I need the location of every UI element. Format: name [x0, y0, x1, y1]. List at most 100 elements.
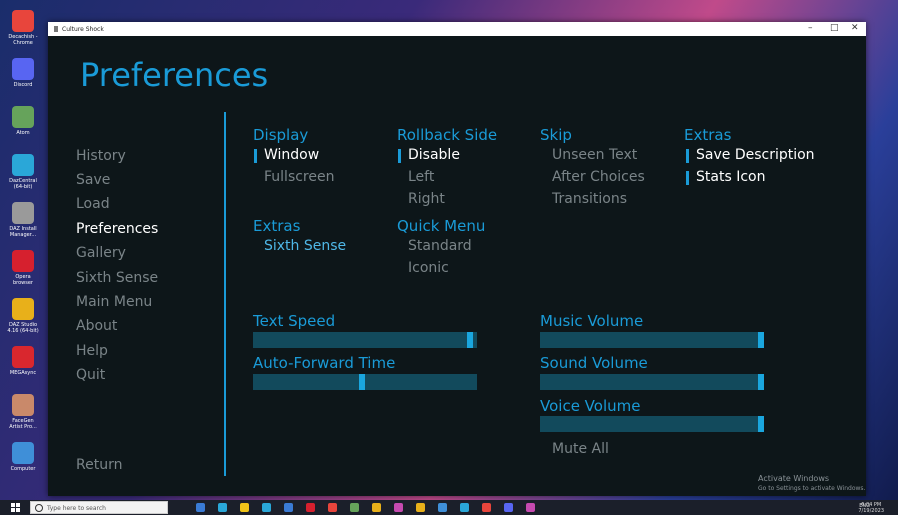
- page-title: Preferences: [80, 56, 269, 94]
- desktop-icon-label: DAZ Studio 4.16 (64-bit): [7, 322, 39, 334]
- taskbar-app-icon[interactable]: [482, 503, 491, 512]
- app-shortcut-icon: [12, 106, 34, 128]
- clock-date: 7/19/2023: [858, 508, 884, 514]
- rollback-disable-option[interactable]: Disable: [398, 147, 460, 163]
- search-placeholder: Type here to search: [47, 505, 106, 512]
- desktop-icon[interactable]: Decachish - Chrome: [6, 10, 40, 46]
- taskbar-app-icon[interactable]: [394, 503, 403, 512]
- taskbar-app-icon[interactable]: [504, 503, 513, 512]
- nav-return[interactable]: Return: [76, 457, 122, 473]
- rollback-header: Rollback Side: [397, 126, 498, 144]
- nav-about[interactable]: About: [76, 318, 117, 334]
- skip-unseen-option[interactable]: Unseen Text: [552, 147, 637, 163]
- voice-volume-label: Voice Volume: [540, 397, 641, 415]
- desktop-icon[interactable]: Atom: [6, 106, 40, 136]
- desktop-icon-label: Opera browser: [12, 274, 33, 286]
- taskbar-app-icon[interactable]: [350, 503, 359, 512]
- display-window-option[interactable]: Window: [253, 147, 319, 163]
- app-shortcut-icon: [12, 10, 34, 32]
- nav-main-menu[interactable]: Main Menu: [76, 294, 152, 310]
- taskbar-app-icon[interactable]: [460, 503, 469, 512]
- taskbar-app-icon[interactable]: [438, 503, 447, 512]
- window-titlebar[interactable]: Culture Shock – □ ✕: [48, 22, 866, 36]
- taskbar-app-icon[interactable]: [328, 503, 337, 512]
- slider-thumb[interactable]: [758, 416, 764, 432]
- taskbar-clock[interactable]: 6:04 PM 7/19/2023: [858, 502, 884, 514]
- desktop-icon-label: Discord: [13, 82, 33, 88]
- nav-quit[interactable]: Quit: [76, 367, 105, 383]
- desktop-icon[interactable]: Discord: [6, 58, 40, 88]
- slider-thumb[interactable]: [359, 374, 365, 390]
- desktop-icon[interactable]: DAZ Studio 4.16 (64-bit): [6, 298, 40, 334]
- activation-subtitle: Go to Settings to activate Windows.: [758, 485, 866, 492]
- desktop-icon-label: DazCentral (64-bit): [9, 178, 37, 190]
- text-speed-slider[interactable]: [253, 332, 477, 348]
- taskbar-app-icon[interactable]: [526, 503, 535, 512]
- music-volume-slider[interactable]: [540, 332, 764, 348]
- taskbar-app-icon[interactable]: [306, 503, 315, 512]
- desktop-icon-label: DAZ Install Manager...: [9, 226, 37, 238]
- extras-header-left: Extras: [253, 217, 301, 235]
- nav-gallery[interactable]: Gallery: [76, 245, 126, 261]
- maximize-button[interactable]: □: [830, 23, 839, 33]
- app-shortcut-icon: [12, 58, 34, 80]
- windows-start-icon[interactable]: [11, 503, 20, 512]
- skip-transitions-option[interactable]: Transitions: [552, 191, 627, 207]
- nav-save[interactable]: Save: [76, 172, 110, 188]
- desktop-icon[interactable]: DazCentral (64-bit): [6, 154, 40, 190]
- display-fullscreen-option[interactable]: Fullscreen: [264, 169, 334, 185]
- nav-load[interactable]: Load: [76, 196, 110, 212]
- desktop-icon[interactable]: Computer: [6, 442, 40, 472]
- quick-menu-standard-option[interactable]: Standard: [408, 238, 472, 254]
- desktop-icon-label: Atom: [16, 130, 30, 136]
- auto-forward-slider[interactable]: [253, 374, 477, 390]
- taskbar-app-icon[interactable]: [284, 503, 293, 512]
- rollback-left-option[interactable]: Left: [408, 169, 434, 185]
- nav-sixth-sense[interactable]: Sixth Sense: [76, 270, 158, 286]
- taskbar-search-box[interactable]: Type here to search: [30, 501, 168, 514]
- minimize-button[interactable]: –: [808, 23, 813, 33]
- taskbar-app-icon[interactable]: [196, 503, 205, 512]
- desktop-icon[interactable]: MEGAsync: [6, 346, 40, 376]
- app-shortcut-icon: [12, 250, 34, 272]
- desktop-icon[interactable]: Opera browser: [6, 250, 40, 286]
- window-title: Culture Shock: [62, 26, 104, 33]
- app-window: Culture Shock – □ ✕ Preferences History …: [48, 22, 866, 496]
- sound-volume-label: Sound Volume: [540, 354, 648, 372]
- desktop-icon[interactable]: DAZ Install Manager...: [6, 202, 40, 238]
- desktop-icon[interactable]: FaceGen Artist Pro...: [6, 394, 40, 430]
- slider-thumb[interactable]: [758, 332, 764, 348]
- taskbar-app-icon[interactable]: [372, 503, 381, 512]
- sound-volume-slider[interactable]: [540, 374, 764, 390]
- taskbar-app-icon[interactable]: [218, 503, 227, 512]
- nav-help[interactable]: Help: [76, 343, 108, 359]
- desktop-icon-label: Decachish - Chrome: [8, 34, 38, 46]
- quick-menu-iconic-option[interactable]: Iconic: [408, 260, 449, 276]
- taskbar-app-icon[interactable]: [416, 503, 425, 512]
- display-header: Display: [253, 126, 309, 144]
- activation-title: Activate Windows: [758, 474, 830, 483]
- voice-volume-slider[interactable]: [540, 416, 764, 432]
- desktop-icon-label: FaceGen Artist Pro...: [9, 418, 37, 430]
- skip-after-choices-option[interactable]: After Choices: [552, 169, 645, 185]
- slider-thumb[interactable]: [758, 374, 764, 390]
- slider-thumb[interactable]: [466, 332, 473, 348]
- taskbar-app-icon[interactable]: [240, 503, 249, 512]
- mute-all-button[interactable]: Mute All: [552, 441, 609, 457]
- search-icon: [35, 504, 43, 512]
- close-button[interactable]: ✕: [851, 23, 859, 33]
- desktop-icon-label: MEGAsync: [9, 370, 37, 376]
- auto-forward-label: Auto-Forward Time: [253, 354, 396, 372]
- taskbar-app-icon[interactable]: [262, 503, 271, 512]
- app-shortcut-icon: [12, 202, 34, 224]
- nav-history[interactable]: History: [76, 148, 126, 164]
- extras-save-description-toggle[interactable]: Save Description: [686, 147, 815, 163]
- app-shortcut-icon: [12, 154, 34, 176]
- activation-watermark: Activate Windows Go to Settings to activ…: [758, 474, 865, 494]
- quick-menu-header: Quick Menu: [397, 217, 486, 235]
- extras-stats-icon-toggle[interactable]: Stats Icon: [685, 169, 765, 185]
- extras-sixth-sense-toggle[interactable]: Sixth Sense: [264, 238, 346, 254]
- rollback-right-option[interactable]: Right: [408, 191, 445, 207]
- nav-preferences[interactable]: Preferences: [76, 221, 158, 237]
- music-volume-label: Music Volume: [540, 312, 644, 330]
